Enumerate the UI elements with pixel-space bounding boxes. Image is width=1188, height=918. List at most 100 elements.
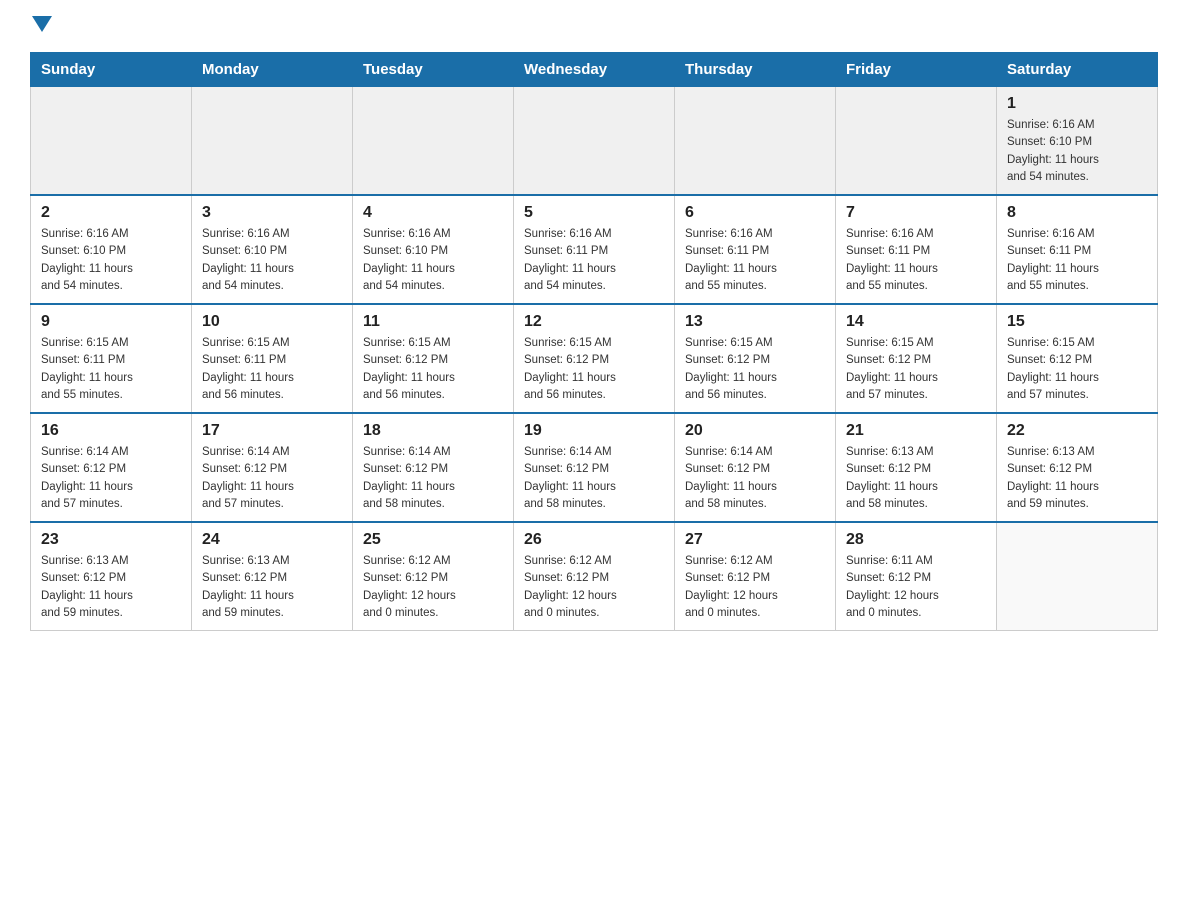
calendar-cell: 6Sunrise: 6:16 AMSunset: 6:11 PMDaylight…: [675, 195, 836, 304]
col-sunday: Sunday: [31, 53, 192, 87]
calendar-cell: 21Sunrise: 6:13 AMSunset: 6:12 PMDayligh…: [836, 413, 997, 522]
calendar-cell: [675, 87, 836, 196]
calendar-table: Sunday Monday Tuesday Wednesday Thursday…: [30, 52, 1158, 631]
day-number: 11: [363, 313, 503, 331]
day-info: Sunrise: 6:16 AMSunset: 6:11 PMDaylight:…: [524, 226, 664, 295]
calendar-cell: [997, 522, 1158, 631]
day-info: Sunrise: 6:16 AMSunset: 6:11 PMDaylight:…: [1007, 226, 1147, 295]
calendar-cell: 12 Sunrise: 6:15 AMSunset: 6:12 PMDayligh…: [514, 304, 675, 413]
col-monday: Monday: [192, 53, 353, 87]
day-number: 12: [524, 313, 664, 331]
calendar-cell: [192, 87, 353, 196]
day-info: Sunrise: 6:13 AMSunset: 6:12 PMDaylight:…: [41, 553, 181, 622]
calendar-week-row: 16 Sunrise: 6:14 AMSunset: 6:12 PMDayligh…: [31, 413, 1158, 522]
day-number: 17: [202, 422, 342, 440]
day-info: Sunrise: 6:14 AMSunset: 6:12 PMDaylight:…: [41, 444, 181, 513]
logo-triangle-icon: [32, 16, 52, 32]
day-info: Sunrise: 6:12 AMSunset: 6:12 PMDaylight:…: [685, 553, 825, 622]
day-number: 15: [1007, 313, 1147, 331]
calendar-body: 1 Sunrise: 6:16 AMSunset: 6:10 PMDaylight…: [31, 87, 1158, 631]
calendar-cell: 20 Sunrise: 6:14 AMSunset: 6:12 PMDayligh…: [675, 413, 836, 522]
col-thursday: Thursday: [675, 53, 836, 87]
day-info: Sunrise: 6:12 AMSunset: 6:12 PMDaylight:…: [363, 553, 503, 622]
day-number: 20: [685, 422, 825, 440]
calendar-cell: 25 Sunrise: 6:12 AMSunset: 6:12 PMDayligh…: [353, 522, 514, 631]
calendar-cell: 17 Sunrise: 6:14 AMSunset: 6:12 PMDayligh…: [192, 413, 353, 522]
calendar-cell: 22Sunrise: 6:13 AMSunset: 6:12 PMDayligh…: [997, 413, 1158, 522]
day-info: Sunrise: 6:16 AMSunset: 6:11 PMDaylight:…: [685, 226, 825, 295]
calendar-cell: [836, 87, 997, 196]
day-number: 5: [524, 204, 664, 222]
day-number: 1: [1007, 95, 1147, 113]
calendar-cell: [353, 87, 514, 196]
col-wednesday: Wednesday: [514, 53, 675, 87]
day-number: 9: [41, 313, 181, 331]
day-number: 3: [202, 204, 342, 222]
day-number: 7: [846, 204, 986, 222]
calendar-cell: 10Sunrise: 6:15 AMSunset: 6:11 PMDayligh…: [192, 304, 353, 413]
day-number: 16: [41, 422, 181, 440]
calendar-cell: 26 Sunrise: 6:12 AMSunset: 6:12 PMDayligh…: [514, 522, 675, 631]
page-header: [30, 20, 1158, 36]
calendar-cell: 16 Sunrise: 6:14 AMSunset: 6:12 PMDayligh…: [31, 413, 192, 522]
day-info: Sunrise: 6:15 AMSunset: 6:12 PMDaylight:…: [363, 335, 503, 404]
calendar-cell: 8 Sunrise: 6:16 AMSunset: 6:11 PMDaylight…: [997, 195, 1158, 304]
day-info: Sunrise: 6:14 AMSunset: 6:12 PMDaylight:…: [202, 444, 342, 513]
day-number: 4: [363, 204, 503, 222]
day-number: 19: [524, 422, 664, 440]
calendar-cell: 18 Sunrise: 6:14 AMSunset: 6:12 PMDayligh…: [353, 413, 514, 522]
day-info: Sunrise: 6:15 AMSunset: 6:12 PMDaylight:…: [524, 335, 664, 404]
day-info: Sunrise: 6:16 AMSunset: 6:10 PMDaylight:…: [202, 226, 342, 295]
calendar-cell: 27 Sunrise: 6:12 AMSunset: 6:12 PMDayligh…: [675, 522, 836, 631]
calendar-cell: 2 Sunrise: 6:16 AMSunset: 6:10 PMDaylight…: [31, 195, 192, 304]
day-info: Sunrise: 6:16 AMSunset: 6:10 PMDaylight:…: [363, 226, 503, 295]
calendar-cell: 14Sunrise: 6:15 AMSunset: 6:12 PMDayligh…: [836, 304, 997, 413]
calendar-cell: 28 Sunrise: 6:11 AMSunset: 6:12 PMDayligh…: [836, 522, 997, 631]
day-info: Sunrise: 6:14 AMSunset: 6:12 PMDaylight:…: [363, 444, 503, 513]
calendar-cell: 19 Sunrise: 6:14 AMSunset: 6:12 PMDayligh…: [514, 413, 675, 522]
day-info: Sunrise: 6:12 AMSunset: 6:12 PMDaylight:…: [524, 553, 664, 622]
day-number: 26: [524, 531, 664, 549]
calendar-week-row: 9 Sunrise: 6:15 AMSunset: 6:11 PMDaylight…: [31, 304, 1158, 413]
day-number: 24: [202, 531, 342, 549]
calendar-header: Sunday Monday Tuesday Wednesday Thursday…: [31, 53, 1158, 87]
day-number: 13: [685, 313, 825, 331]
day-number: 2: [41, 204, 181, 222]
day-number: 23: [41, 531, 181, 549]
calendar-cell: 15 Sunrise: 6:15 AMSunset: 6:12 PMDayligh…: [997, 304, 1158, 413]
day-number: 8: [1007, 204, 1147, 222]
day-info: Sunrise: 6:15 AMSunset: 6:12 PMDaylight:…: [685, 335, 825, 404]
days-of-week-row: Sunday Monday Tuesday Wednesday Thursday…: [31, 53, 1158, 87]
calendar-week-row: 1Sunrise: 6:16 AMSunset: 6:10 PMDaylight…: [31, 87, 1158, 196]
calendar-cell: 9 Sunrise: 6:15 AMSunset: 6:11 PMDaylight…: [31, 304, 192, 413]
calendar-cell: 4 Sunrise: 6:16 AMSunset: 6:10 PMDaylight…: [353, 195, 514, 304]
col-saturday: Saturday: [997, 53, 1158, 87]
day-info: Sunrise: 6:11 AMSunset: 6:12 PMDaylight:…: [846, 553, 986, 622]
day-number: 27: [685, 531, 825, 549]
calendar-cell: 7 Sunrise: 6:16 AMSunset: 6:11 PMDaylight…: [836, 195, 997, 304]
day-info: Sunrise: 6:15 AMSunset: 6:12 PMDaylight:…: [1007, 335, 1147, 404]
day-info: Sunrise: 6:15 AMSunset: 6:11 PMDaylight:…: [202, 335, 342, 404]
col-tuesday: Tuesday: [353, 53, 514, 87]
calendar-cell: 13 Sunrise: 6:15 AMSunset: 6:12 PMDayligh…: [675, 304, 836, 413]
day-number: 18: [363, 422, 503, 440]
calendar-cell: 23 Sunrise: 6:13 AMSunset: 6:12 PMDayligh…: [31, 522, 192, 631]
calendar-cell: [514, 87, 675, 196]
calendar-week-row: 2 Sunrise: 6:16 AMSunset: 6:10 PMDaylight…: [31, 195, 1158, 304]
calendar-week-row: 23 Sunrise: 6:13 AMSunset: 6:12 PMDayligh…: [31, 522, 1158, 631]
day-info: Sunrise: 6:16 AMSunset: 6:11 PMDaylight:…: [846, 226, 986, 295]
day-info: Sunrise: 6:14 AMSunset: 6:12 PMDaylight:…: [685, 444, 825, 513]
calendar-cell: 3 Sunrise: 6:16 AMSunset: 6:10 PMDaylight…: [192, 195, 353, 304]
day-info: Sunrise: 6:13 AMSunset: 6:12 PMDaylight:…: [202, 553, 342, 622]
calendar-cell: 1Sunrise: 6:16 AMSunset: 6:10 PMDaylight…: [997, 87, 1158, 196]
day-number: 28: [846, 531, 986, 549]
day-number: 25: [363, 531, 503, 549]
day-info: Sunrise: 6:14 AMSunset: 6:12 PMDaylight:…: [524, 444, 664, 513]
day-number: 22: [1007, 422, 1147, 440]
logo: [30, 20, 52, 36]
col-friday: Friday: [836, 53, 997, 87]
day-info: Sunrise: 6:16 AMSunset: 6:10 PMDaylight:…: [41, 226, 181, 295]
calendar-cell: 5 Sunrise: 6:16 AMSunset: 6:11 PMDaylight…: [514, 195, 675, 304]
calendar-cell: 11 Sunrise: 6:15 AMSunset: 6:12 PMDayligh…: [353, 304, 514, 413]
day-info: Sunrise: 6:15 AMSunset: 6:11 PMDaylight:…: [41, 335, 181, 404]
